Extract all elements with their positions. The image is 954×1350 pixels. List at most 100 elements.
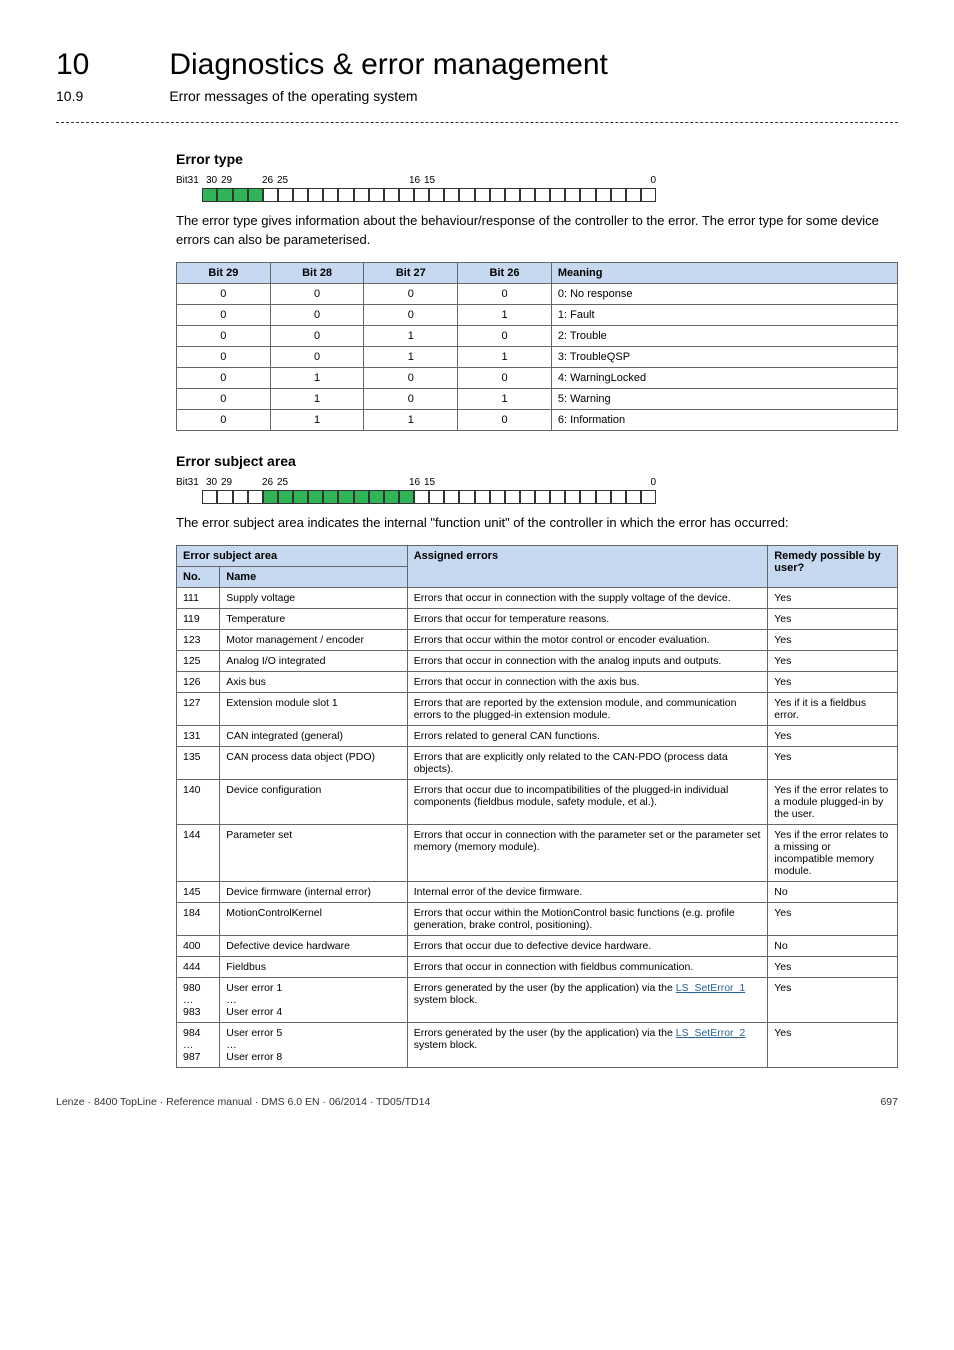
page-footer: Lenze · 8400 TopLine · Reference manual … [56,1096,898,1108]
table-cell-name: User error 5 … User error 8 [220,1022,407,1067]
chapter-title: Diagnostics & error management [169,48,608,82]
table-cell-name: Motor management / encoder [220,629,407,650]
error-subject-table: Error subject area Assigned errors Remed… [176,545,898,1068]
table-row: 980 … 983User error 1 … User error 4Erro… [177,977,898,1022]
table-cell-remedy: Yes [768,608,898,629]
table-cell-meaning: 6: Information [551,409,897,430]
th-subject: Error subject area [177,545,408,566]
table-cell: 1 [458,304,552,325]
table-cell-no: 184 [177,902,220,935]
table-cell: 1 [364,409,458,430]
separator [56,122,898,123]
footer-left: Lenze · 8400 TopLine · Reference manual … [56,1096,430,1108]
table-cell-remedy: No [768,881,898,902]
table-cell-assigned: Errors that are reported by the extensio… [407,692,768,725]
th-assigned-errors: Assigned errors [407,545,768,587]
table-cell: 0 [177,283,271,304]
table-cell-no: 145 [177,881,220,902]
bit-label: 25 [277,477,288,488]
table-cell-no: 144 [177,824,220,881]
table-cell-meaning: 2: Trouble [551,325,897,346]
table-cell: 1 [364,346,458,367]
table-row: 00102: Trouble [177,325,898,346]
table-cell-name: Axis bus [220,671,407,692]
table-cell-assigned: Errors related to general CAN functions. [407,725,768,746]
table-cell-no: 126 [177,671,220,692]
table-cell-assigned: Internal error of the device firmware. [407,881,768,902]
table-cell-meaning: 4: WarningLocked [551,367,897,388]
table-cell-assigned: Errors that occur due to defective devic… [407,935,768,956]
table-cell-remedy: Yes [768,977,898,1022]
table-row: 144Parameter setErrors that occur in con… [177,824,898,881]
table-row: 184MotionControlKernelErrors that occur … [177,902,898,935]
bit-diagram-error-subject: Bit31 30 29 26 25 16 15 0 [176,477,898,504]
bit-label: 16 [409,175,420,186]
table-row: 125Analog I/O integratedErrors that occu… [177,650,898,671]
table-cell: 1 [364,325,458,346]
table-cell-assigned: Errors that occur in connection with the… [407,824,768,881]
table-row: 01015: Warning [177,388,898,409]
table-cell-no: 123 [177,629,220,650]
th-bit27: Bit 27 [364,262,458,283]
table-cell-remedy: Yes if the error relates to a missing or… [768,824,898,881]
table-cell: 0 [177,409,271,430]
table-cell: 0 [364,388,458,409]
table-cell-no: 400 [177,935,220,956]
table-row: 00011: Fault [177,304,898,325]
table-cell-remedy: Yes [768,1022,898,1067]
table-cell-meaning: 0: No response [551,283,897,304]
table-row: 140Device configurationErrors that occur… [177,779,898,824]
table-cell-assigned: Errors generated by the user (by the app… [407,977,768,1022]
table-cell-remedy: Yes [768,650,898,671]
table-cell-assigned: Errors that occur within the motor contr… [407,629,768,650]
table-cell-no: 131 [177,725,220,746]
error-type-description: The error type gives information about t… [176,212,898,250]
table-cell: 0 [458,283,552,304]
table-cell-remedy: Yes [768,671,898,692]
table-cell: 1 [270,367,364,388]
table-cell: 1 [458,346,552,367]
chapter-number: 10 [56,48,166,82]
link-ls_seterror_2[interactable]: LS_SetError_2 [676,1027,745,1039]
table-cell-no: 444 [177,956,220,977]
table-cell-name: CAN process data object (PDO) [220,746,407,779]
footer-page-number: 697 [880,1096,898,1108]
table-cell: 0 [458,409,552,430]
table-cell-remedy: Yes if it is a fieldbus error. [768,692,898,725]
page-header: 10 Diagnostics & error management 10.9 E… [56,48,898,104]
bit-label: Bit31 [176,477,199,488]
table-row: 123Motor management / encoderErrors that… [177,629,898,650]
table-row: 119TemperatureErrors that occur for temp… [177,608,898,629]
table-cell: 0 [364,367,458,388]
table-cell: 0 [270,304,364,325]
table-cell-meaning: 1: Fault [551,304,897,325]
table-cell-name: Extension module slot 1 [220,692,407,725]
section-title: Error messages of the operating system [169,88,417,104]
bit-label: 26 [262,175,273,186]
table-row: 145Device firmware (internal error)Inter… [177,881,898,902]
th-name: Name [220,566,407,587]
link-ls_seterror_1[interactable]: LS_SetError_1 [676,982,745,994]
th-bit29: Bit 29 [177,262,271,283]
table-cell: 0 [270,346,364,367]
table-cell-assigned: Errors that occur in connection with the… [407,650,768,671]
table-cell-remedy: Yes if the error relates to a module plu… [768,779,898,824]
table-cell-assigned: Errors that occur within the MotionContr… [407,902,768,935]
bit-label: 30 [206,477,217,488]
table-row: 01004: WarningLocked [177,367,898,388]
table-cell-assigned: Errors that occur in connection with the… [407,587,768,608]
bit-diagram-error-type: Bit31 30 29 26 25 16 15 0 [176,175,898,202]
table-cell: 0 [364,304,458,325]
table-cell-name: Fieldbus [220,956,407,977]
table-cell-remedy: Yes [768,956,898,977]
th-meaning: Meaning [551,262,897,283]
bit-label: 0 [650,175,656,186]
table-cell: 0 [177,304,271,325]
table-cell-name: Analog I/O integrated [220,650,407,671]
table-row: 00000: No response [177,283,898,304]
table-cell-assigned: Errors that occur due to incompatibiliti… [407,779,768,824]
table-cell-name: User error 1 … User error 4 [220,977,407,1022]
table-cell-remedy: Yes [768,725,898,746]
table-cell-no: 140 [177,779,220,824]
table-cell-remedy: Yes [768,587,898,608]
